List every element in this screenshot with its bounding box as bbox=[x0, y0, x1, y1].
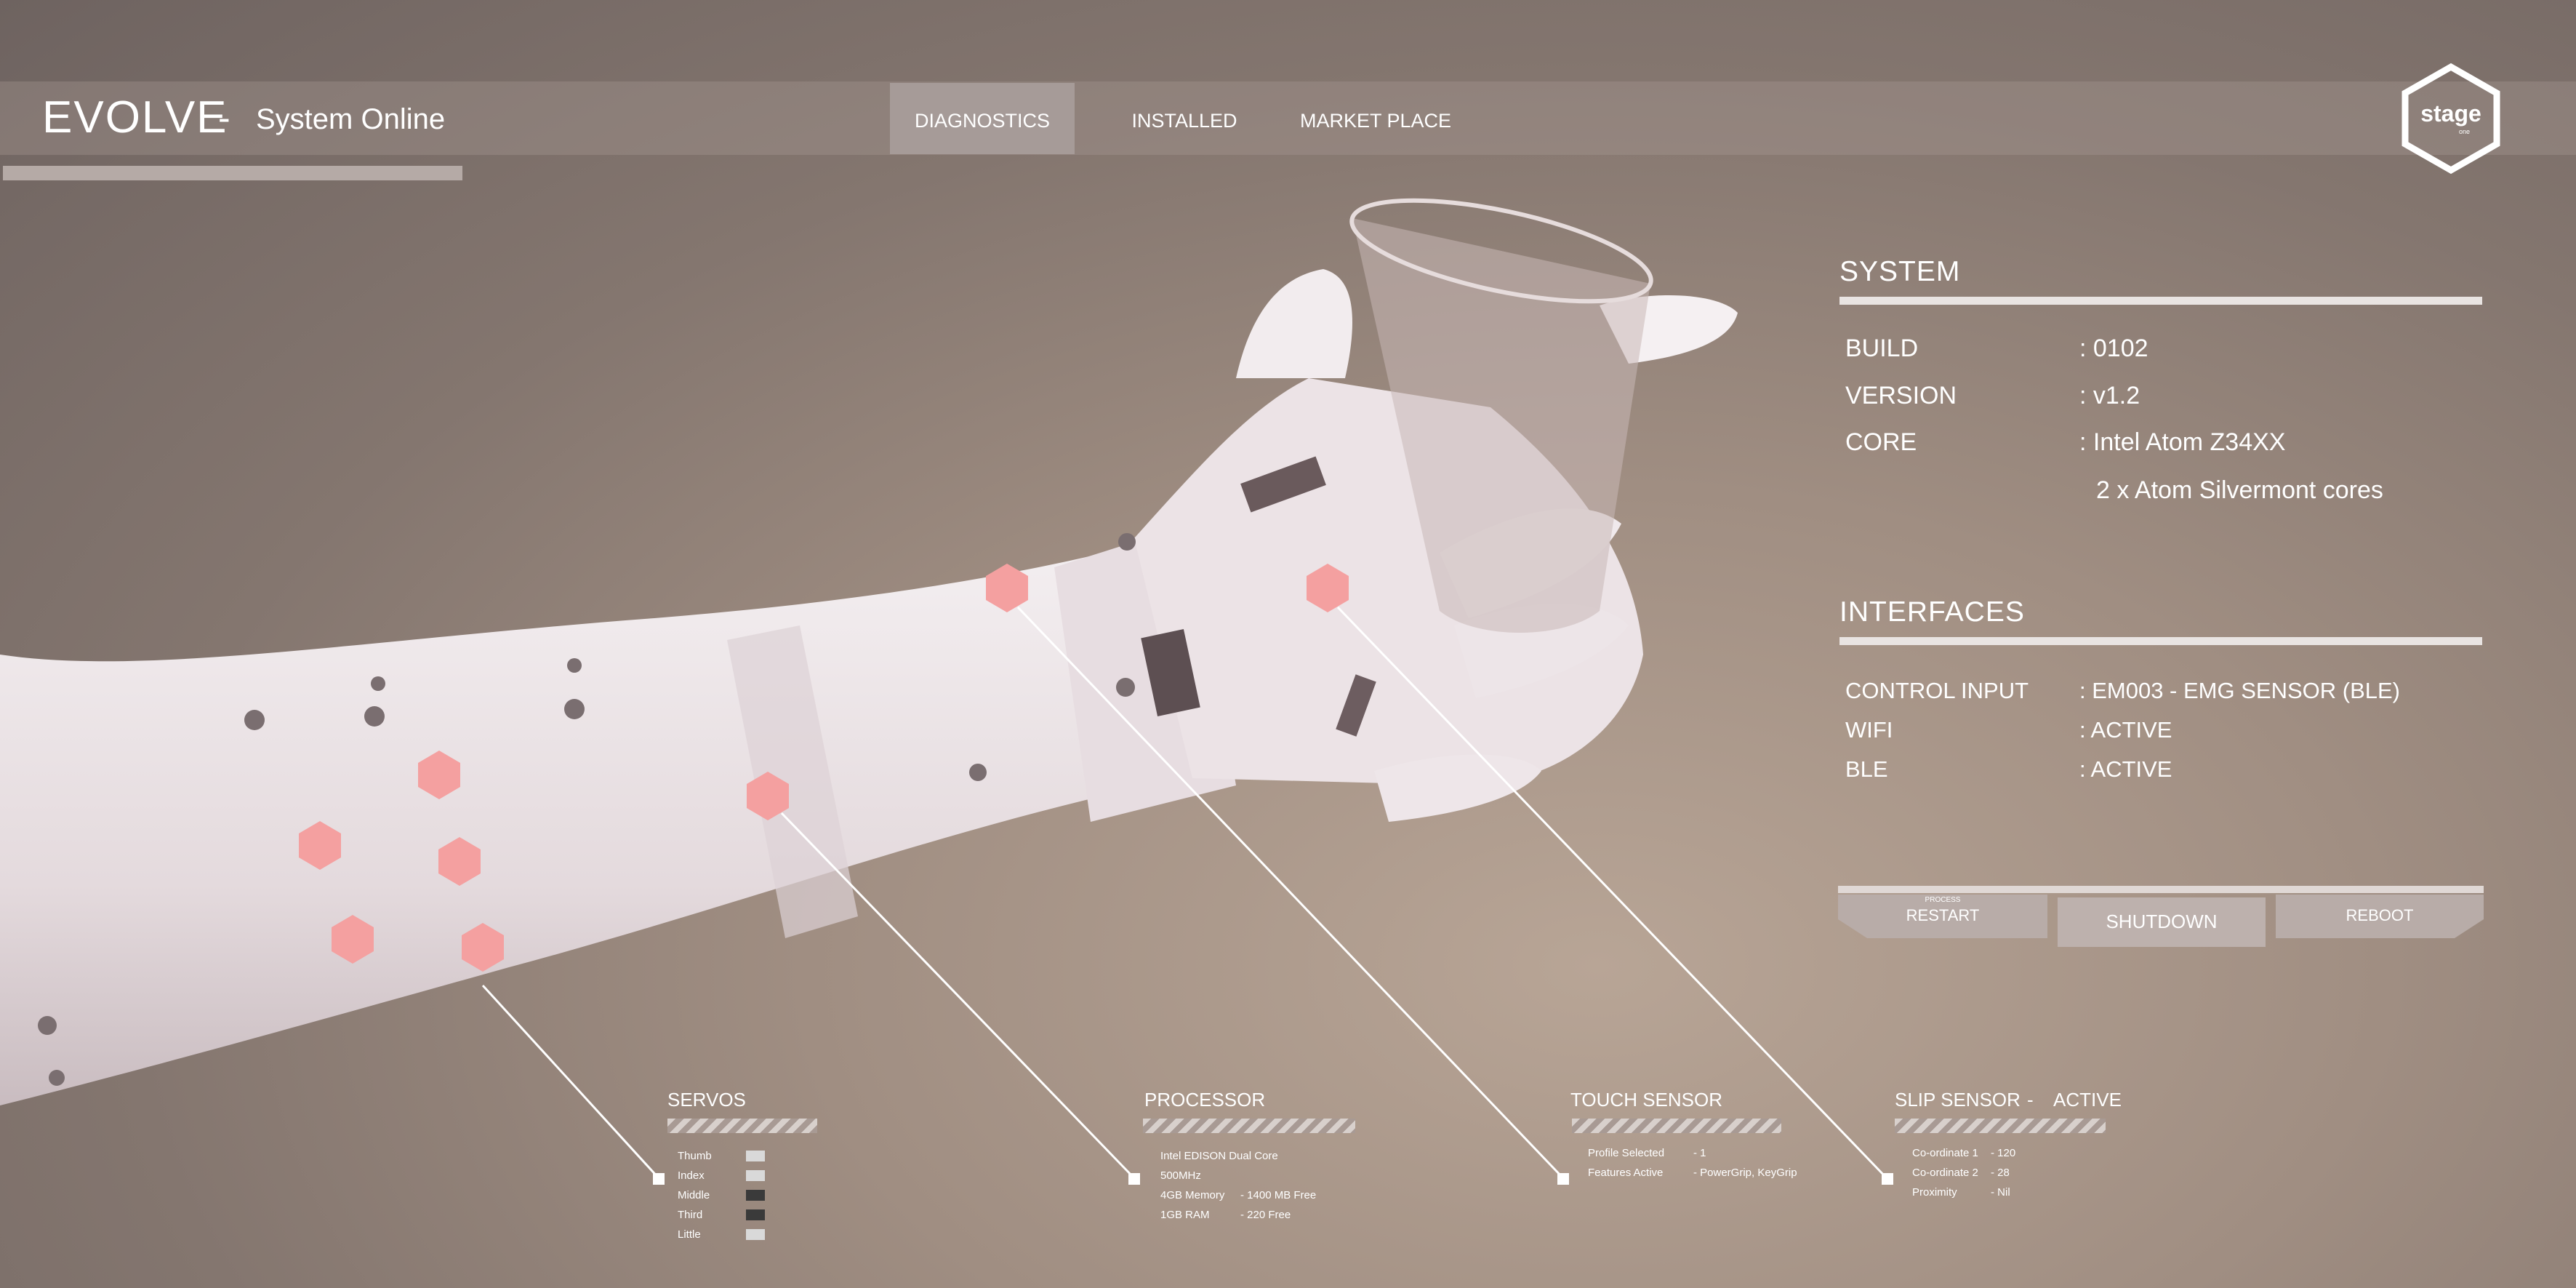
actions-bar bbox=[1838, 886, 2484, 893]
callout-line-processor bbox=[780, 812, 1136, 1180]
processor-hatch-bar bbox=[1143, 1119, 1355, 1133]
slip-sensor-hatch-bar bbox=[1895, 1119, 2106, 1133]
version-label: VERSION bbox=[1845, 382, 1957, 409]
processor-ram-value: - 220 Free bbox=[1240, 1209, 1291, 1221]
core-value: : Intel Atom Z34XX bbox=[2079, 428, 2286, 456]
processor-anchor-dot bbox=[1128, 1173, 1140, 1185]
ble-value: : ACTIVE bbox=[2079, 756, 2172, 782]
interfaces-section-title: INTERFACES bbox=[1839, 596, 2025, 628]
logo-subtext: one bbox=[2459, 128, 2471, 135]
wifi-value: : ACTIVE bbox=[2079, 717, 2172, 743]
slip-sensor-anchor-dot bbox=[1882, 1173, 1893, 1185]
servo-little-status bbox=[746, 1229, 765, 1240]
servos-title: SERVOS bbox=[667, 1089, 746, 1111]
core-label: CORE bbox=[1845, 428, 1917, 456]
processor-title: PROCESSOR bbox=[1144, 1089, 1266, 1111]
proximity-value: - Nil bbox=[1991, 1186, 2010, 1199]
processor-memory-value: - 1400 MB Free bbox=[1240, 1189, 1317, 1201]
servo-thumb-label: Thumb bbox=[678, 1150, 712, 1162]
tab-installed[interactable]: INSTALLED bbox=[1120, 83, 1249, 154]
hex-marker bbox=[438, 837, 481, 886]
title-separator: - bbox=[218, 97, 230, 138]
wifi-label: WIFI bbox=[1845, 717, 1893, 743]
servo-index-status bbox=[746, 1170, 765, 1181]
restart-button[interactable]: PROCESS RESTART bbox=[1838, 895, 2047, 938]
system-status: System Online bbox=[256, 103, 446, 135]
servo-index-label: Index bbox=[678, 1169, 705, 1182]
touch-sensor-anchor-dot bbox=[1557, 1173, 1569, 1185]
servo-little-label: Little bbox=[678, 1228, 701, 1241]
slip-sensor-state: ACTIVE bbox=[2053, 1089, 2122, 1111]
hex-marker bbox=[462, 923, 504, 972]
core-detail: 2 x Atom Silvermont cores bbox=[2096, 476, 2383, 504]
reboot-label: REBOOT bbox=[2346, 906, 2414, 924]
tab-market-place[interactable]: MARKET PLACE bbox=[1294, 83, 1457, 154]
servo-middle-label: Middle bbox=[678, 1189, 710, 1201]
coordinate-1-label: Co-ordinate 1 bbox=[1912, 1147, 1978, 1159]
servo-third-status bbox=[746, 1209, 765, 1220]
build-value: : 0102 bbox=[2079, 335, 2148, 362]
interfaces-section-bar bbox=[1839, 637, 2482, 645]
stage-logo[interactable]: stage one bbox=[2396, 63, 2505, 175]
build-label: BUILD bbox=[1845, 335, 1919, 362]
profile-selected-label: Profile Selected bbox=[1588, 1147, 1665, 1159]
servos-hatch-bar bbox=[667, 1119, 817, 1133]
ble-label: BLE bbox=[1845, 756, 1888, 782]
profile-selected-value: - 1 bbox=[1693, 1147, 1706, 1159]
hex-marker bbox=[986, 564, 1028, 612]
processor-memory-label: 4GB Memory bbox=[1160, 1189, 1225, 1201]
restart-label: RESTART bbox=[1906, 906, 1980, 924]
reboot-button[interactable]: REBOOT bbox=[2276, 895, 2484, 938]
control-input-label: CONTROL INPUT bbox=[1845, 678, 2029, 703]
system-section-title: SYSTEM bbox=[1839, 256, 1961, 287]
hex-marker bbox=[1307, 564, 1349, 612]
status-progress-bar bbox=[3, 166, 462, 180]
callout-line-touch bbox=[1016, 606, 1565, 1180]
control-input-value: : EM003 - EMG SENSOR (BLE) bbox=[2079, 678, 2400, 703]
logo-text: stage bbox=[2420, 100, 2481, 127]
hex-marker bbox=[332, 915, 374, 964]
system-section-bar bbox=[1839, 297, 2482, 305]
servo-thumb-status bbox=[746, 1151, 765, 1161]
shutdown-button[interactable]: SHUTDOWN bbox=[2058, 897, 2266, 947]
features-active-label: Features Active bbox=[1588, 1167, 1664, 1179]
servo-middle-status bbox=[746, 1190, 765, 1201]
servos-anchor-dot bbox=[653, 1173, 665, 1185]
coordinate-1-value: - 120 bbox=[1991, 1147, 2016, 1159]
slip-sensor-title: SLIP SENSOR bbox=[1895, 1089, 2021, 1111]
features-active-value: - PowerGrip, KeyGrip bbox=[1693, 1167, 1797, 1179]
coordinate-2-label: Co-ordinate 2 bbox=[1912, 1167, 1978, 1179]
slip-sensor-separator: - bbox=[2027, 1089, 2034, 1111]
servo-third-label: Third bbox=[678, 1209, 703, 1221]
app-title: EVOLVE bbox=[42, 92, 228, 143]
callout-line-servos bbox=[481, 984, 660, 1180]
proximity-label: Proximity bbox=[1912, 1186, 1957, 1199]
processor-line-1: Intel EDISON Dual Core bbox=[1160, 1150, 1278, 1162]
touch-sensor-hatch-bar bbox=[1572, 1119, 1781, 1133]
process-caption: PROCESS bbox=[1925, 896, 1961, 904]
version-value: : v1.2 bbox=[2079, 382, 2140, 409]
processor-ram-label: 1GB RAM bbox=[1160, 1209, 1210, 1221]
coordinate-2-value: - 28 bbox=[1991, 1167, 2010, 1179]
touch-sensor-title: TOUCH SENSOR bbox=[1570, 1089, 1722, 1111]
shutdown-label: SHUTDOWN bbox=[2106, 911, 2218, 932]
tab-diagnostics[interactable]: DIAGNOSTICS bbox=[890, 83, 1075, 154]
hex-marker bbox=[299, 821, 341, 870]
processor-line-2: 500MHz bbox=[1160, 1169, 1201, 1182]
hex-marker bbox=[418, 751, 460, 799]
